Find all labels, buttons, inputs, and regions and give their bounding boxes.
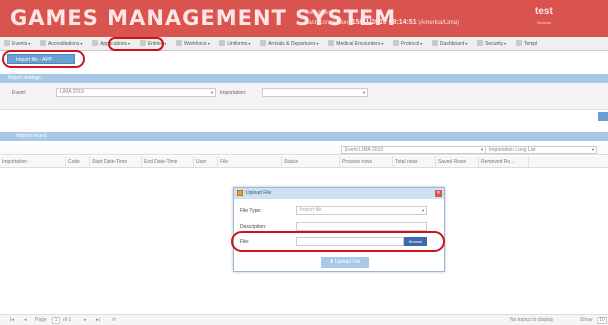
- column-code[interactable]: Code: [66, 156, 90, 168]
- upload-file-dialog: Upload File ✕ File Type: Import file ▼ De…: [233, 187, 445, 272]
- last-page-icon[interactable]: ▸|: [96, 315, 100, 325]
- app-title: GAMES MANAGEMENT SYSTEM: [10, 6, 397, 30]
- column-status[interactable]: Status: [282, 156, 340, 168]
- description-field[interactable]: [296, 222, 427, 231]
- medical-icon: [328, 40, 335, 46]
- workforce-icon: [175, 40, 182, 46]
- chevron-down-icon: ▼: [591, 147, 595, 152]
- app-header: GAMES MANAGEMENT SYSTEM User: jlopez Las…: [0, 0, 608, 37]
- environment-name: test: [535, 6, 553, 17]
- upload-icon: [237, 190, 243, 196]
- menu-accreditations[interactable]: Accreditations▾: [36, 37, 86, 50]
- chevron-down-icon: ▼: [480, 147, 484, 152]
- main-menu: Events▾ Accreditations▾ Applications▾ En…: [0, 37, 608, 51]
- page-size-select[interactable]: 10: [597, 317, 607, 324]
- next-page-icon[interactable]: ▸: [84, 315, 87, 325]
- import-settings-panel: Event: LIMA 2019 ▼ Importation: ▼: [0, 83, 608, 110]
- accreditations-icon: [39, 40, 46, 46]
- uniforms-icon: [219, 40, 226, 46]
- menu-medical-encounters[interactable]: Medical Encounters▾: [324, 37, 387, 50]
- column-saved-rows[interactable]: Saved Rows: [436, 156, 479, 168]
- dialog-title: Upload File: [246, 190, 272, 196]
- template-icon: [515, 40, 522, 46]
- last-connection-value: 15/01/2019 09:14:51: [351, 19, 417, 26]
- column-start-date-time[interactable]: Start Date-Time: [90, 156, 142, 168]
- grid-filter-bar: Event LIMA 2019 ▼ Importation Long List ▼: [0, 145, 608, 155]
- highlight-applications-menu: [108, 37, 164, 51]
- column-importation[interactable]: Importation: [0, 156, 66, 168]
- first-page-icon[interactable]: |◂: [10, 315, 14, 325]
- security-icon: [477, 40, 484, 46]
- menu-dashboard[interactable]: Dashboard▾: [428, 37, 471, 50]
- grid-column-header: Importation Code Start Date-Time End Dat…: [0, 156, 608, 168]
- description-label: Description:: [240, 224, 267, 230]
- file-type-label: File Type:: [240, 208, 262, 214]
- close-icon[interactable]: ✕: [435, 190, 442, 197]
- protocol-icon: [392, 40, 399, 46]
- refresh-icon[interactable]: ⟳: [112, 315, 116, 325]
- plane-icon: [260, 40, 267, 46]
- column-total-rows[interactable]: Total rows: [393, 156, 436, 168]
- dialog-titlebar: Upload File ✕: [234, 188, 444, 199]
- menu-events[interactable]: Events▾: [0, 37, 34, 50]
- no-topics-message: No topics to display: [510, 317, 554, 323]
- page-number-input[interactable]: 1: [52, 317, 60, 324]
- last-connection-label: Last Connection:: [305, 20, 351, 26]
- event-select[interactable]: LIMA 2019 ▼: [56, 88, 216, 97]
- events-icon: [4, 40, 10, 46]
- upload-file-button[interactable]: ⬆ Upload File: [321, 257, 369, 268]
- page-label: Page: [35, 317, 47, 323]
- dashboard-icon: [431, 40, 438, 46]
- file-type-select[interactable]: Import file ▼: [296, 206, 427, 215]
- importation-filter[interactable]: Importation Long List ▼: [485, 146, 597, 154]
- column-user[interactable]: User: [194, 156, 218, 168]
- menu-uniforms[interactable]: Uniforms▾: [215, 37, 254, 50]
- importation-label: Importation:: [220, 90, 247, 96]
- chevron-down-icon: ▼: [421, 208, 425, 213]
- applications-icon: [92, 40, 99, 46]
- menu-protocol[interactable]: Protocol▾: [389, 37, 426, 50]
- event-label: Event:: [12, 90, 27, 96]
- column-file[interactable]: File: [218, 156, 282, 168]
- previous-page-icon[interactable]: ◂: [24, 315, 27, 325]
- timezone: (America/Lima): [418, 20, 460, 26]
- menu-security[interactable]: Security▾: [473, 37, 510, 50]
- column-removed-rows[interactable]: Removed Ro...: [479, 156, 529, 168]
- action-button[interactable]: [598, 112, 608, 121]
- session-link[interactable]: Session: [537, 20, 551, 25]
- menu-arrivals-departures[interactable]: Arrivals & Departures▾: [256, 37, 323, 50]
- show-label: Show: [580, 317, 593, 323]
- highlight-file-field: [231, 231, 445, 252]
- last-connection: Last Connection: 15/01/2019 09:14:51 (Am…: [305, 19, 459, 26]
- column-end-date-time[interactable]: End Date-Time: [142, 156, 194, 168]
- importation-select[interactable]: ▼: [262, 88, 368, 97]
- page-count: of 1: [63, 317, 72, 323]
- menu-templates[interactable]: Templ: [512, 37, 541, 50]
- chevron-down-icon: ▼: [210, 90, 214, 95]
- highlight-import-button: [2, 50, 85, 68]
- import-settings-header: Import settings: [0, 74, 608, 83]
- event-filter[interactable]: Event LIMA 2019 ▼: [341, 146, 486, 154]
- chevron-down-icon: ▼: [362, 90, 366, 95]
- current-user: User: jlopez: [305, 10, 332, 16]
- grid-pager: |◂ ◂ Page 1 of 1 ▸ ▸| ⟳ No topics to dis…: [0, 314, 608, 325]
- imports-found-header: Imports found: [0, 132, 608, 141]
- menu-workforce[interactable]: Workforce▾: [172, 37, 214, 50]
- column-process-rows[interactable]: Process rows: [340, 156, 393, 168]
